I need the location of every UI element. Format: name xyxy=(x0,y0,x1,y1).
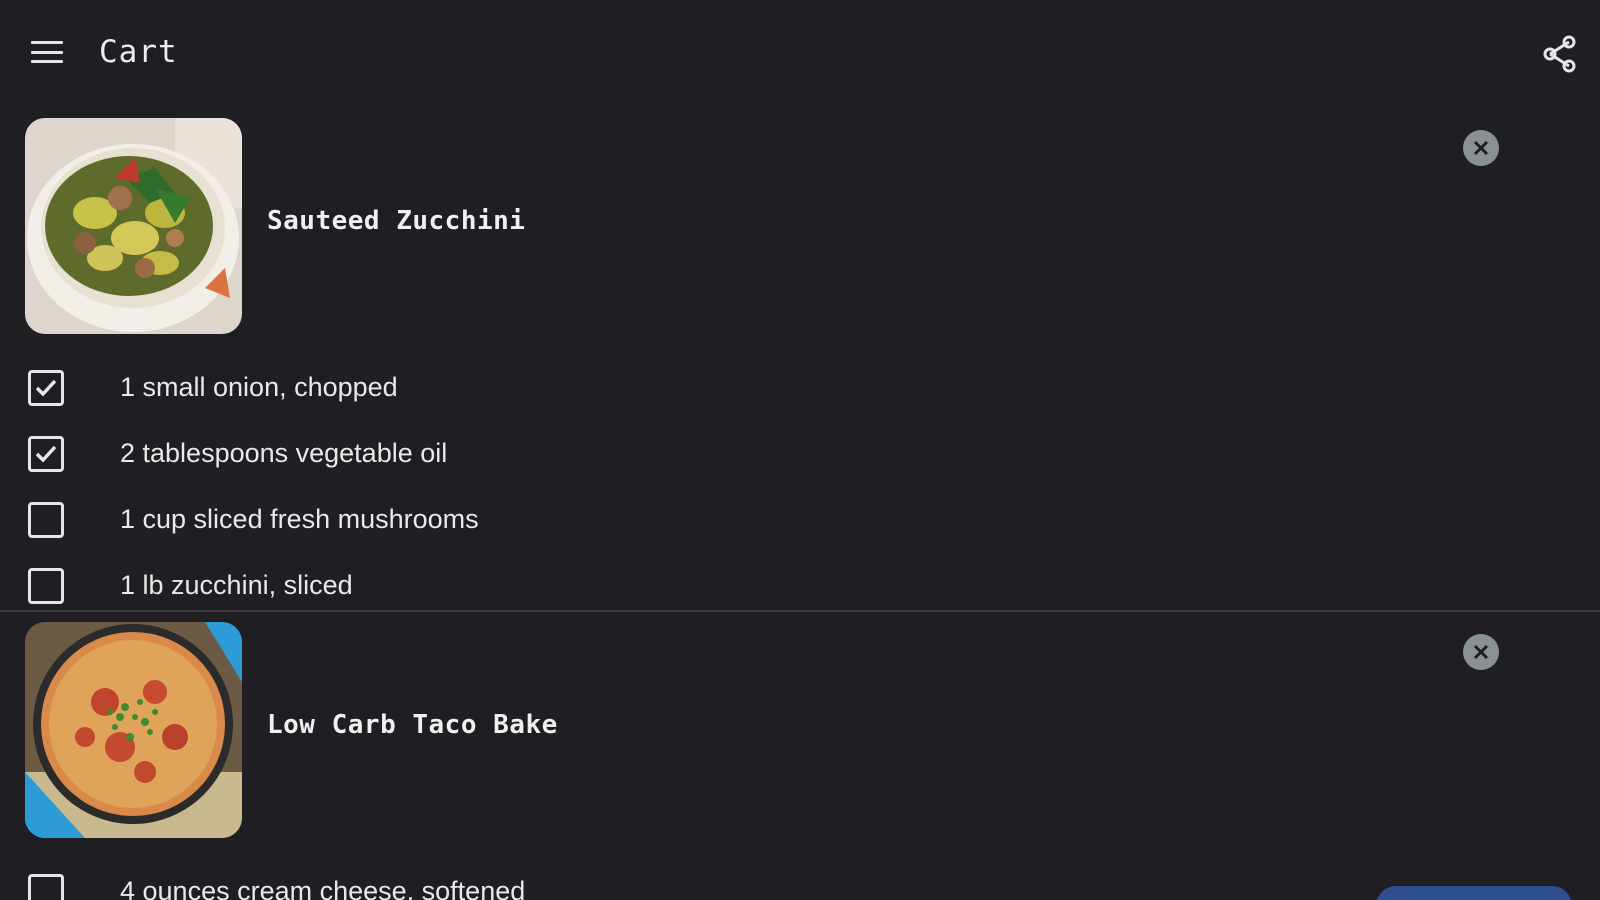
ingredient-label: 1 lb zucchini, sliced xyxy=(120,570,353,600)
ingredient-item: 1 cup sliced fresh mushrooms xyxy=(0,490,1600,550)
share-icon[interactable] xyxy=(1540,34,1580,74)
ingredient-label: 1 small onion, chopped xyxy=(120,372,398,402)
floating-action-button[interactable] xyxy=(1376,886,1572,900)
recipe-name: Sauteed Zucchini xyxy=(267,206,526,236)
ingredient-label: 2 tablespoons vegetable oil xyxy=(120,438,448,468)
ingredient-item: 1 lb zucchini, sliced xyxy=(0,556,1600,616)
cart-screen: Cart Sauteed Zucchini 1 small onion, cho… xyxy=(0,0,1600,900)
ingredient-item: 1 small onion, chopped xyxy=(0,358,1600,418)
close-circle-icon[interactable] xyxy=(1463,634,1499,670)
checkmark-icon xyxy=(35,445,57,463)
ingredient-checkbox[interactable] xyxy=(28,874,64,900)
top-app-bar: Cart xyxy=(0,0,1600,104)
ingredient-label: 4 ounces cream cheese, softened xyxy=(120,876,526,900)
ingredient-checkbox[interactable] xyxy=(28,436,64,472)
taco-bake-photo xyxy=(25,622,242,838)
ingredient-checkbox[interactable] xyxy=(28,502,64,538)
ingredient-label: 1 cup sliced fresh mushrooms xyxy=(120,504,479,534)
recipe-image[interactable] xyxy=(25,118,242,334)
page-title: Cart xyxy=(99,34,178,70)
recipe-divider xyxy=(0,610,1600,612)
close-circle-icon[interactable] xyxy=(1463,130,1499,166)
ingredient-item: 2 tablespoons vegetable oil xyxy=(0,424,1600,484)
hamburger-menu-icon[interactable] xyxy=(28,36,66,68)
recipe-image[interactable] xyxy=(25,622,242,838)
sauteed-zucchini-photo xyxy=(25,118,242,334)
ingredient-checkbox[interactable] xyxy=(28,568,64,604)
checkmark-icon xyxy=(35,379,57,397)
recipe-name: Low Carb Taco Bake xyxy=(267,710,558,740)
ingredient-checkbox[interactable] xyxy=(28,370,64,406)
ingredient-item: 4 ounces cream cheese, softened xyxy=(0,862,1600,900)
